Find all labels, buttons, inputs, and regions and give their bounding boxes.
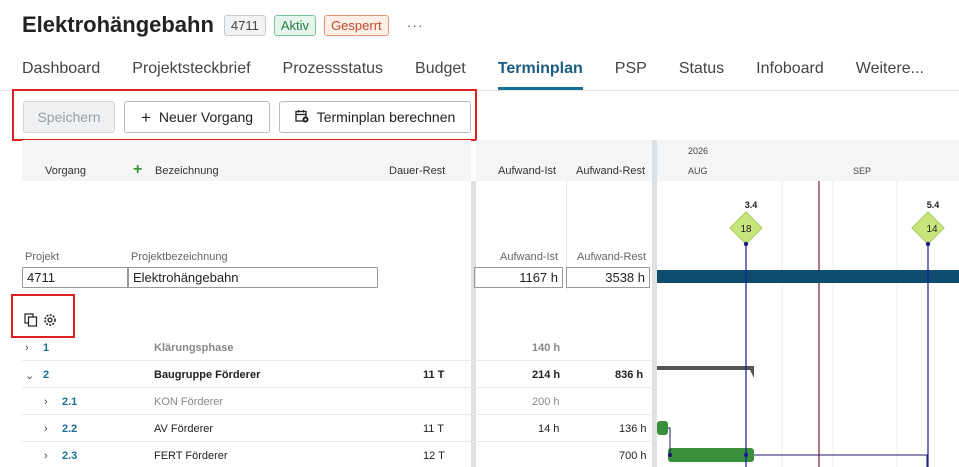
project-name-field[interactable]: Elektrohängebahn	[128, 267, 378, 288]
row-id[interactable]: 2.1	[62, 396, 77, 408]
milestone-date: 3.4	[745, 200, 758, 210]
tab-terminplan[interactable]: Terminplan	[497, 60, 583, 90]
plus-icon: +	[140, 107, 151, 127]
add-row-icon[interactable]: +	[133, 161, 142, 179]
column-header-aufwand-rest[interactable]: Aufwand-Rest	[576, 165, 645, 177]
row-id[interactable]: 2.2	[62, 423, 77, 435]
chevron-right-icon[interactable]: ›	[44, 423, 48, 435]
chevron-right-icon[interactable]: ›	[25, 342, 29, 354]
tab-infoboard[interactable]: Infoboard	[756, 60, 824, 90]
row-effort-actual: 200 h	[532, 396, 560, 408]
milestone-number: 14	[926, 224, 938, 235]
tab-bar: Dashboard Projektsteckbrief Prozessstatu…	[22, 60, 956, 90]
project-effort-remaining-field[interactable]: 3538 h	[566, 267, 650, 288]
row-name: AV Förderer	[154, 423, 214, 435]
milestone-dot	[743, 241, 749, 247]
chevron-right-icon[interactable]: ›	[44, 396, 48, 408]
row-name: Baugruppe Förderer	[154, 369, 261, 381]
milestone-number: 18	[740, 224, 752, 235]
chevron-right-icon[interactable]: ›	[44, 450, 48, 462]
dependency-link	[754, 454, 928, 467]
row-id[interactable]: 2	[43, 369, 49, 381]
milestone-date: 5.4	[927, 200, 940, 210]
tab-dashboard[interactable]: Dashboard	[22, 60, 100, 90]
project-number-badge: 4711	[223, 14, 266, 36]
row-duration: 11 T	[423, 423, 444, 435]
table-row[interactable]: › 2.3 FERT Förderer 12 T 700 h	[22, 442, 655, 467]
timeline-year: 2026	[688, 146, 708, 156]
row-effort-actual: 140 h	[532, 342, 561, 354]
milestone-dot	[925, 241, 931, 247]
project-name-label: Projektbezeichnung	[131, 251, 228, 263]
task-bar	[668, 448, 754, 462]
row-effort-remaining: 136 h	[619, 423, 647, 435]
column-header-dauer-rest[interactable]: Dauer-Rest	[389, 165, 445, 177]
summary-bar-end	[748, 366, 754, 378]
table-row[interactable]: › 2.1 KON Förderer 200 h	[22, 388, 655, 415]
tab-budget[interactable]: Budget	[415, 60, 466, 90]
tab-weitere[interactable]: Weitere...	[856, 60, 924, 90]
project-effort-actual-label: Aufwand-Ist	[500, 251, 559, 263]
copy-icon[interactable]	[24, 313, 38, 332]
new-task-button[interactable]: + Neuer Vorgang	[124, 101, 270, 133]
column-header-bezeichnung[interactable]: Bezeichnung	[155, 165, 219, 177]
new-task-label: Neuer Vorgang	[158, 109, 254, 125]
table-row[interactable]: › 2.2 AV Förderer 11 T 14 h 136 h	[22, 415, 655, 442]
tab-prozessstatus[interactable]: Prozessstatus	[283, 60, 383, 90]
column-header-vorgang[interactable]: Vorgang	[45, 165, 86, 177]
milestone-dot	[743, 452, 749, 458]
status-badge-active: Aktiv	[273, 14, 317, 36]
project-effort-remaining-label: Aufwand-Rest	[577, 251, 647, 263]
project-label: Projekt	[25, 251, 60, 263]
calculate-schedule-label: Terminplan berechnen	[316, 109, 456, 125]
row-effort-actual: 214 h	[532, 369, 561, 381]
more-options-icon[interactable]: ···	[407, 17, 424, 33]
row-duration: 12 T	[423, 450, 445, 462]
row-effort-actual: 14 h	[538, 423, 560, 435]
tab-status[interactable]: Status	[679, 60, 724, 90]
page-title: Elektrohängebahn	[22, 12, 214, 37]
timeline-month-aug: AUG	[688, 166, 708, 176]
table-row[interactable]: ⌄ 2 Baugruppe Förderer 11 T 214 h 836 h	[22, 361, 655, 388]
timeline-month-sep: SEP	[853, 166, 871, 176]
summary-bar	[657, 366, 752, 370]
task-bar	[657, 421, 668, 435]
column-header-aufwand-ist[interactable]: Aufwand-Ist	[498, 165, 556, 177]
dependency-node	[668, 453, 672, 457]
calculate-schedule-button[interactable]: Terminplan berechnen	[279, 101, 471, 133]
row-name: Klärungsphase	[154, 342, 234, 354]
page-header: Elektrohängebahn 4711 Aktiv Gesperrt ···	[22, 12, 424, 38]
row-name: FERT Förderer	[154, 450, 228, 462]
gantt-chart: 2026 AUG SEP 3.4 18 5.4 14	[657, 140, 959, 467]
project-effort-actual-field[interactable]: 1167 h	[474, 267, 563, 288]
row-name: KON Förderer	[154, 396, 224, 408]
tab-projektsteckbrief[interactable]: Projektsteckbrief	[132, 60, 250, 90]
row-id[interactable]: 1	[43, 342, 49, 354]
chevron-down-icon[interactable]: ⌄	[25, 369, 34, 382]
project-id-field[interactable]: 4711	[22, 267, 128, 288]
project-bar	[657, 270, 959, 283]
row-effort-remaining: 836 h	[615, 369, 644, 381]
tab-psp[interactable]: PSP	[615, 60, 647, 90]
view-options-highlight	[11, 294, 75, 338]
toolbar-highlight: Speichern + Neuer Vorgang Terminplan ber…	[12, 89, 477, 141]
status-badge-locked: Gesperrt	[324, 14, 389, 36]
row-duration: 11 T	[423, 369, 445, 381]
row-effort-remaining: 700 h	[619, 450, 647, 462]
save-button-label: Speichern	[37, 109, 101, 125]
save-button[interactable]: Speichern	[23, 101, 115, 133]
calendar-settings-icon	[295, 109, 309, 126]
row-id[interactable]: 2.3	[62, 450, 77, 462]
gear-icon[interactable]	[42, 312, 58, 333]
table-row[interactable]: › 1 Klärungsphase 140 h	[22, 334, 655, 361]
